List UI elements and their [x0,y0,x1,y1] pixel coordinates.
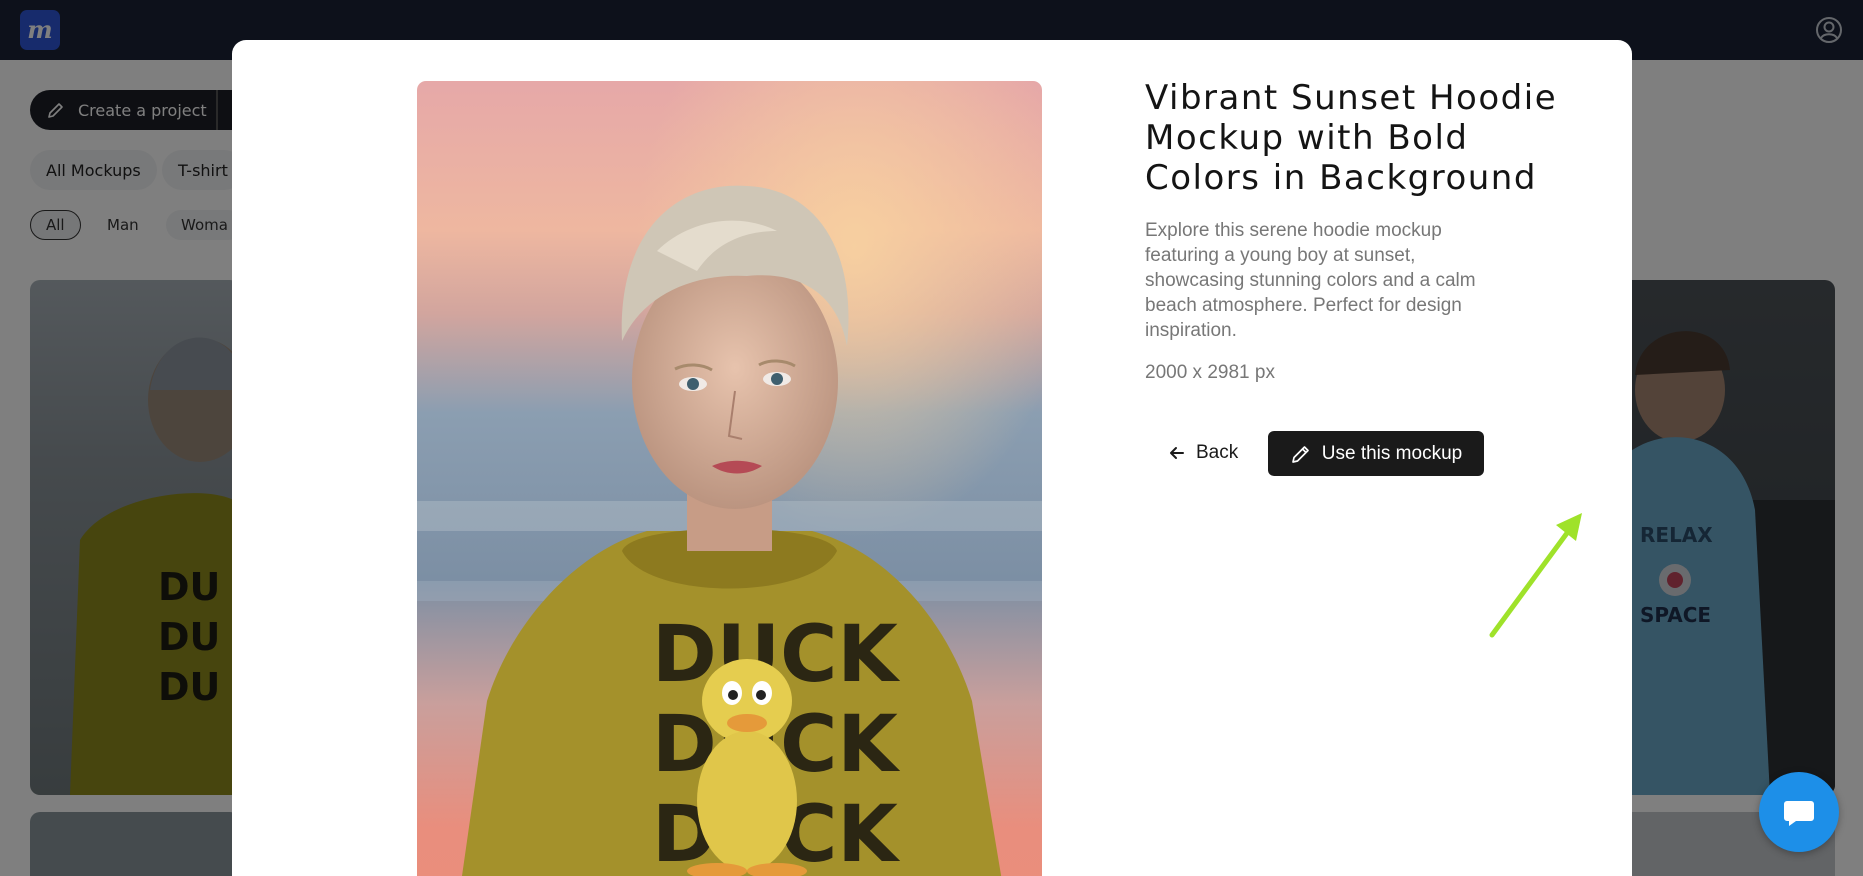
arrow-left-icon [1170,447,1184,459]
mockup-title: Vibrant Sunset Hoodie Mockup with Bold C… [1145,78,1558,198]
use-mockup-button[interactable]: Use this mockup [1268,431,1484,476]
chat-bubble-icon [1784,801,1814,826]
mockup-dimensions: 2000 x 2981 px [1145,362,1275,383]
use-mockup-label: Use this mockup [1321,442,1463,464]
mockup-preview-graphic: DUCK DUCK DUCK [417,81,1042,876]
mockup-info-panel: Vibrant Sunset Hoodie Mockup with Bold C… [1145,78,1565,384]
mockup-preview-image: DUCK DUCK DUCK [417,81,1042,876]
chat-bubble-button[interactable] [1759,772,1839,852]
mockup-detail-modal: DUCK DUCK DUCK Vibrant Sunset Hoodie Moc… [232,40,1632,876]
annotation-arrow [1489,513,1582,638]
mockup-description: Explore this serene hoodie mockup featur… [1145,220,1476,341]
back-button[interactable]: Back [1162,431,1244,475]
back-label: Back [1196,442,1239,463]
pencil-icon [1291,445,1309,463]
